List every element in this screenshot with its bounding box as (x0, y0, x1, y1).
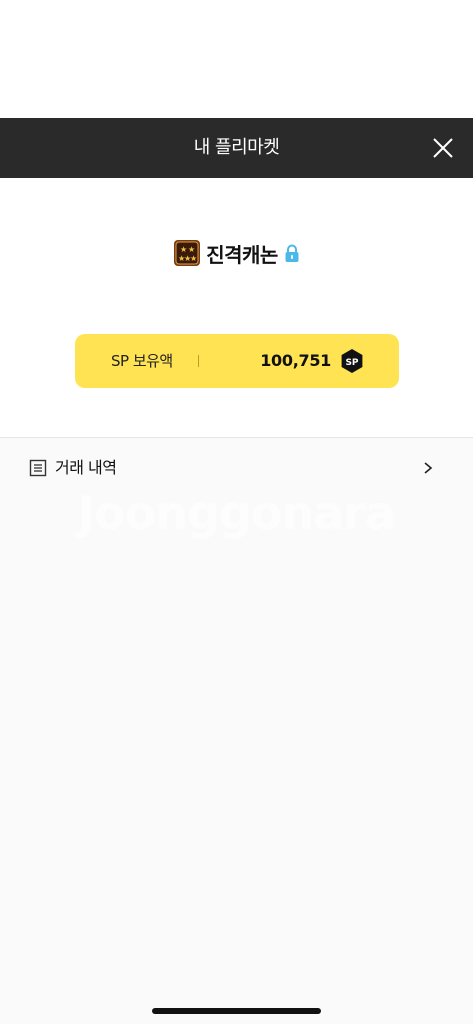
modal-header: 내 플리마켓 (0, 118, 473, 178)
close-icon (433, 138, 453, 158)
sp-balance-value: 100,751 (260, 351, 331, 370)
sp-coin-text: SP (345, 358, 358, 368)
nickname: 진격캐논 (206, 242, 278, 267)
svg-text:★: ★ (188, 245, 195, 254)
svg-text:★: ★ (180, 245, 187, 254)
profile-header: ★ ★ ★ ★ ★ 진격캐논 (0, 236, 473, 270)
close-button[interactable] (423, 128, 463, 168)
divider (198, 355, 199, 367)
svg-text:★: ★ (190, 254, 197, 263)
sp-balance-card: SP 보유액 100,751 SP (75, 334, 399, 388)
transaction-history-row[interactable]: 거래 내역 (0, 448, 473, 488)
sp-coin-icon: SP (341, 349, 363, 373)
home-indicator (152, 1008, 321, 1014)
page-title: 내 플리마켓 (193, 137, 280, 158)
chevron-right-icon (424, 462, 433, 474)
document-icon (29, 459, 47, 477)
sp-balance-label: SP 보유액 (111, 352, 173, 370)
grade-badge-icon: ★ ★ ★ ★ ★ (174, 240, 201, 266)
watermark: Joonggonara (77, 486, 396, 540)
transaction-history-label: 거래 내역 (55, 458, 117, 477)
lock-icon (285, 244, 299, 262)
status-area (0, 0, 473, 118)
